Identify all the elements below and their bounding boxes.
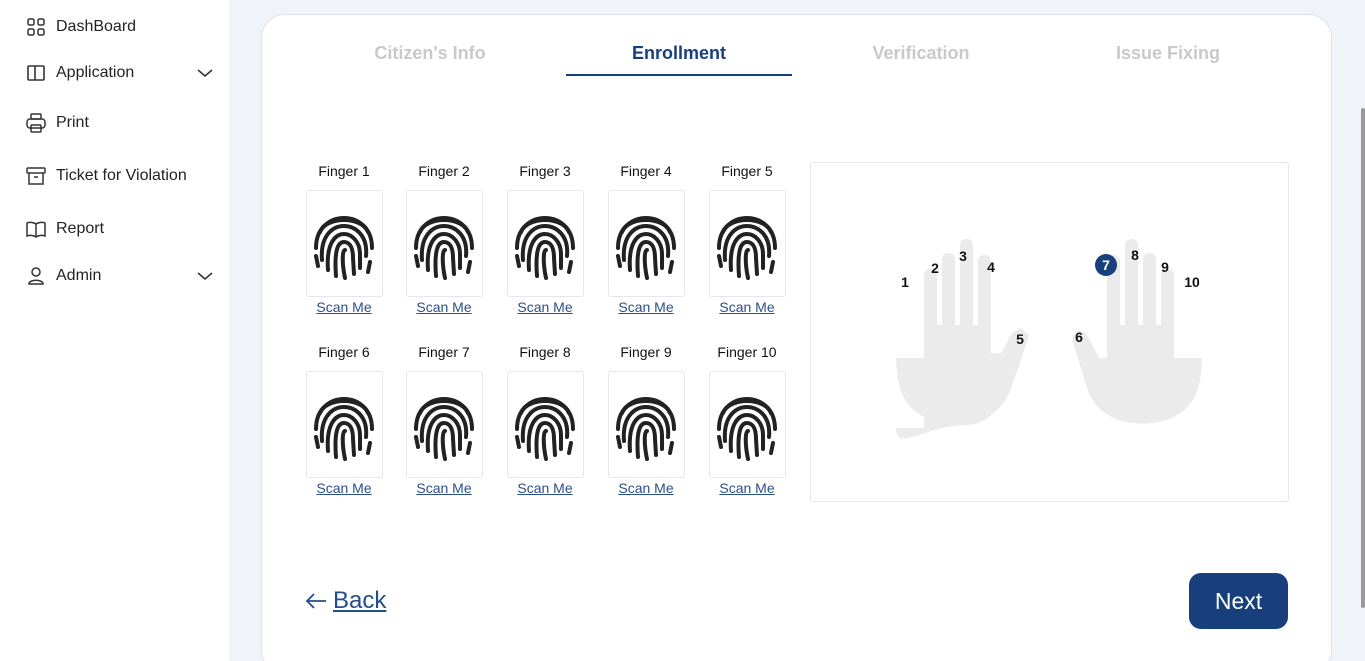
finger-cell-7: Finger 7 Scan Me bbox=[399, 343, 489, 496]
sidebar-item-dashboard[interactable]: DashBoard bbox=[25, 16, 215, 38]
sidebar-item-application[interactable]: Application bbox=[25, 62, 215, 84]
fingerprint-icon bbox=[312, 389, 376, 461]
finger-number-8[interactable]: 8 bbox=[1131, 247, 1139, 263]
user-icon bbox=[25, 265, 47, 287]
arrow-left-icon bbox=[305, 593, 327, 609]
fingerprint-icon bbox=[312, 208, 376, 280]
scan-me-link[interactable]: Scan Me bbox=[299, 480, 389, 496]
finger-label: Finger 2 bbox=[418, 163, 470, 179]
tab-citizens-info[interactable]: Citizen's Info bbox=[350, 43, 510, 64]
back-link[interactable]: Back bbox=[305, 587, 386, 615]
finger-number-1[interactable]: 1 bbox=[901, 274, 909, 290]
tab-enrollment[interactable]: Enrollment bbox=[599, 43, 759, 64]
finger-label: Finger 3 bbox=[519, 163, 571, 179]
scan-me-link[interactable]: Scan Me bbox=[702, 299, 792, 315]
fingerprint-slot[interactable] bbox=[405, 190, 483, 297]
active-tab-indicator bbox=[566, 74, 792, 76]
sidebar-item-print[interactable]: Print bbox=[25, 112, 215, 134]
finger-number-9[interactable]: 9 bbox=[1161, 259, 1169, 275]
fingerprint-icon bbox=[412, 208, 476, 280]
finger-label: Finger 9 bbox=[620, 344, 672, 360]
printer-icon bbox=[25, 112, 47, 134]
finger-cell-1: Finger 1 Scan Me bbox=[299, 162, 389, 315]
scan-me-link[interactable]: Scan Me bbox=[299, 299, 389, 315]
finger-number-6[interactable]: 6 bbox=[1075, 329, 1083, 345]
fingerprint-icon bbox=[412, 389, 476, 461]
fingerprint-slot[interactable] bbox=[305, 190, 383, 297]
finger-number-4[interactable]: 4 bbox=[987, 259, 995, 275]
sidebar-item-report[interactable]: Report bbox=[25, 218, 215, 240]
fingerprint-icon bbox=[715, 208, 779, 280]
sidebar: DashBoard Application Print Ticket for V… bbox=[0, 0, 229, 661]
chevron-down-icon[interactable] bbox=[195, 63, 215, 83]
enrollment-card: Citizen's Info Enrollment Verification I… bbox=[261, 14, 1332, 661]
right-hand-shape bbox=[1072, 239, 1202, 424]
next-button[interactable]: Next bbox=[1189, 573, 1288, 629]
scan-me-link[interactable]: Scan Me bbox=[601, 299, 691, 315]
finger-cell-10: Finger 10 Scan Me bbox=[702, 343, 792, 496]
fingerprint-slot[interactable] bbox=[607, 371, 685, 478]
back-label[interactable]: Back bbox=[333, 587, 386, 615]
scan-me-link[interactable]: Scan Me bbox=[702, 480, 792, 496]
fingerprint-icon bbox=[614, 389, 678, 461]
open-book-icon bbox=[25, 218, 47, 240]
finger-number-10[interactable]: 10 bbox=[1184, 274, 1200, 290]
sidebar-item-label: Print bbox=[56, 114, 89, 131]
hands-diagram-panel: 1 2 3 4 5 6 7 8 9 10 bbox=[810, 162, 1289, 502]
fingerprint-slot[interactable] bbox=[708, 371, 786, 478]
sidebar-item-label: Application bbox=[56, 64, 135, 81]
finger-cell-9: Finger 9 Scan Me bbox=[601, 343, 691, 496]
sidebar-item-ticket-for-violation[interactable]: Ticket for Violation bbox=[25, 165, 215, 187]
finger-label: Finger 8 bbox=[519, 344, 571, 360]
fingerprint-slot[interactable] bbox=[506, 190, 584, 297]
fingerprint-icon bbox=[513, 208, 577, 280]
scan-me-link[interactable]: Scan Me bbox=[500, 480, 590, 496]
tab-bar: Citizen's Info Enrollment Verification I… bbox=[262, 15, 1331, 91]
fingerprint-slot[interactable] bbox=[708, 190, 786, 297]
finger-label: Finger 5 bbox=[721, 163, 773, 179]
left-hand-shape bbox=[896, 239, 1029, 439]
finger-cell-3: Finger 3 Scan Me bbox=[500, 162, 590, 315]
finger-cell-8: Finger 8 Scan Me bbox=[500, 343, 590, 496]
scan-me-link[interactable]: Scan Me bbox=[399, 480, 489, 496]
finger-cell-5: Finger 5 Scan Me bbox=[702, 162, 792, 315]
sidebar-item-label: Report bbox=[56, 220, 105, 237]
fingerprint-icon bbox=[614, 208, 678, 280]
finger-label: Finger 10 bbox=[717, 344, 777, 360]
finger-number-2[interactable]: 2 bbox=[931, 260, 939, 276]
sidebar-item-label: Admin bbox=[56, 267, 102, 284]
finger-cell-6: Finger 6 Scan Me bbox=[299, 343, 389, 496]
finger-number-7[interactable]: 7 bbox=[1102, 257, 1110, 273]
finger-label: Finger 6 bbox=[318, 344, 370, 360]
finger-label: Finger 7 bbox=[418, 344, 470, 360]
finger-cell-2: Finger 2 Scan Me bbox=[399, 162, 489, 315]
sidebar-item-admin[interactable]: Admin bbox=[25, 265, 215, 287]
fingerprint-icon bbox=[715, 389, 779, 461]
chevron-down-icon[interactable] bbox=[195, 266, 215, 286]
scan-me-link[interactable]: Scan Me bbox=[601, 480, 691, 496]
hands-diagram: 1 2 3 4 5 6 7 8 9 10 bbox=[896, 239, 1202, 439]
tab-issue-fixing[interactable]: Issue Fixing bbox=[1088, 43, 1248, 64]
grid-icon bbox=[25, 16, 47, 38]
fingerprint-slot[interactable] bbox=[607, 190, 685, 297]
finger-cell-4: Finger 4 Scan Me bbox=[601, 162, 691, 315]
finger-number-5[interactable]: 5 bbox=[1016, 331, 1024, 347]
fingerprint-slot[interactable] bbox=[305, 371, 383, 478]
sidebar-item-label: Ticket for Violation bbox=[56, 167, 187, 184]
page-scrollbar[interactable] bbox=[1361, 108, 1365, 608]
scan-me-link[interactable]: Scan Me bbox=[399, 299, 489, 315]
book-columns-icon bbox=[25, 62, 47, 84]
fingerprint-slot[interactable] bbox=[506, 371, 584, 478]
archive-box-icon bbox=[25, 165, 47, 187]
sidebar-item-label: DashBoard bbox=[56, 18, 137, 35]
finger-label: Finger 1 bbox=[318, 163, 370, 179]
fingerprint-icon bbox=[513, 389, 577, 461]
finger-number-3[interactable]: 3 bbox=[959, 248, 967, 264]
finger-label: Finger 4 bbox=[620, 163, 672, 179]
tab-verification[interactable]: Verification bbox=[841, 43, 1001, 64]
scan-me-link[interactable]: Scan Me bbox=[500, 299, 590, 315]
fingerprint-slot[interactable] bbox=[405, 371, 483, 478]
